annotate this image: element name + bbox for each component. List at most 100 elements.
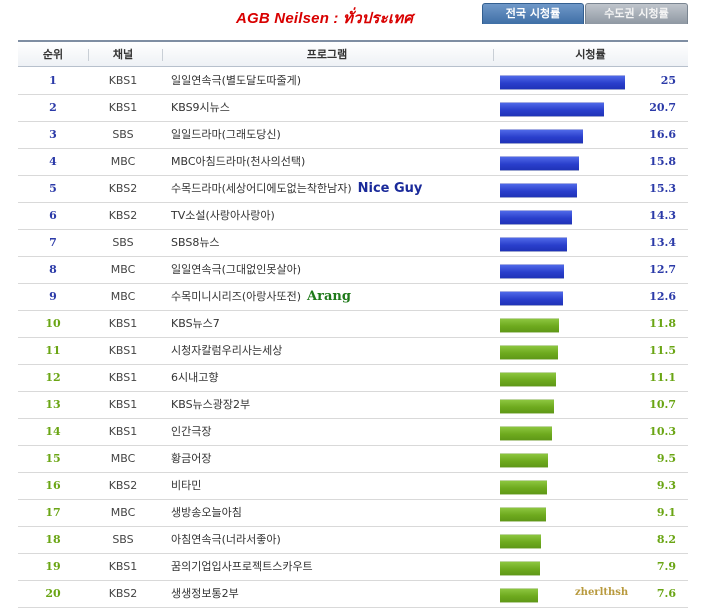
rating-bar — [500, 210, 572, 225]
rating-value: 11.8 — [649, 317, 676, 330]
channel-cell: SBS — [112, 236, 134, 249]
channel-cell: KBS1 — [108, 425, 138, 438]
table-row: 14 KBS1 인간극장 10.3 — [18, 419, 688, 446]
program-cell: 수목미니시리즈(아랑사또전) Arang — [171, 284, 491, 310]
program-name: 일일연속극(별도달도따줄게) — [171, 74, 302, 87]
rating-value: 16.6 — [649, 128, 676, 141]
table-row: 16 KBS2 비타민 9.3 — [18, 473, 688, 500]
table-row: 4 MBC MBC아침드라마(천사의선택) 15.8 — [18, 149, 688, 176]
channel-cell: MBC — [110, 506, 136, 519]
rating-value: 10.7 — [649, 398, 676, 411]
program-cell: 생생정보통2부 — [171, 581, 491, 607]
rank-cell: 19 — [45, 560, 61, 573]
rank-cell: 13 — [45, 398, 61, 411]
channel-cell: KBS2 — [108, 209, 138, 222]
tab-capital-area[interactable]: 수도권 시청률 — [585, 3, 688, 24]
rating-tabs: 전국 시청률 수도권 시청률 — [482, 0, 692, 24]
channel-cell: MBC — [110, 155, 136, 168]
table-header: 순위 채널 프로그램 시청률 — [18, 40, 688, 67]
rating-value: 8.2 — [656, 533, 676, 546]
rank-cell: 8 — [49, 263, 57, 276]
program-cell: 인간극장 — [171, 419, 491, 445]
program-name: 비타민 — [171, 479, 202, 492]
program-name: KBS뉴스광장2부 — [171, 398, 251, 411]
channel-cell: MBC — [110, 452, 136, 465]
column-header-rank: 순위 — [42, 48, 64, 61]
rating-value: 11.5 — [649, 344, 676, 357]
channel-cell: KBS2 — [108, 587, 138, 600]
channel-cell: KBS1 — [108, 371, 138, 384]
program-name: 아침연속극(너라서좋아) — [171, 533, 281, 546]
channel-cell: MBC — [110, 263, 136, 276]
rating-bar — [500, 183, 577, 198]
rating-bar — [500, 507, 546, 522]
table-row: 10 KBS1 KBS뉴스7 11.8 — [18, 311, 688, 338]
program-name: 생생정보통2부 — [171, 587, 239, 600]
table-row: 5 KBS2 수목드라마(세상어디에도없는착한남자) Nice Guy 15.3 — [18, 176, 688, 203]
rank-cell: 9 — [49, 290, 57, 303]
program-name: 수목미니시리즈(아랑사또전) — [171, 290, 302, 303]
table-row: 15 MBC 황금어장 9.5 — [18, 446, 688, 473]
rating-value: 20.7 — [649, 101, 676, 114]
rank-cell: 3 — [49, 128, 57, 141]
program-name: 일일연속극(그대없인못살아) — [171, 263, 302, 276]
program-cell: 비타민 — [171, 473, 491, 499]
rating-value: 15.3 — [649, 182, 676, 195]
rating-value: 9.3 — [656, 479, 676, 492]
rank-cell: 5 — [49, 182, 57, 195]
channel-cell: KBS1 — [108, 74, 138, 87]
rank-cell: 7 — [49, 236, 57, 249]
rating-bar — [500, 534, 541, 549]
column-header-program: 프로그램 — [306, 48, 348, 61]
rating-value: 11.1 — [649, 371, 676, 384]
rating-bar — [500, 264, 564, 279]
rating-bar — [500, 291, 563, 306]
rating-value: 12.6 — [649, 290, 676, 303]
program-cell: 생방송오늘아침 — [171, 500, 491, 526]
channel-cell: KBS1 — [108, 344, 138, 357]
watermark-text: zherlthsh — [575, 587, 629, 598]
program-name: KBS9시뉴스 — [171, 101, 230, 114]
program-name: 시청자칼럼우리사는세상 — [171, 344, 283, 357]
program-cell: 황금어장 — [171, 446, 491, 472]
program-name: MBC아침드라마(천사의선택) — [171, 155, 306, 168]
channel-cell: KBS1 — [108, 560, 138, 573]
program-cell: KBS뉴스7 — [171, 311, 491, 337]
rating-bar — [500, 129, 583, 144]
rating-bar — [500, 561, 540, 576]
channel-cell: SBS — [112, 533, 134, 546]
rating-bar — [500, 102, 604, 117]
table-row: 12 KBS1 6시내고향 11.1 — [18, 365, 688, 392]
program-cell: 일일연속극(그대없인못살아) — [171, 257, 491, 283]
program-name: TV소설(사랑아사랑아) — [171, 209, 275, 222]
program-name: 꿈의기업입사프로젝트스카우트 — [171, 560, 313, 573]
table-row: 17 MBC 생방송오늘아침 9.1 — [18, 500, 688, 527]
rating-bar — [500, 345, 558, 360]
channel-cell: KBS1 — [108, 101, 138, 114]
table-row: 13 KBS1 KBS뉴스광장2부 10.7 — [18, 392, 688, 419]
rating-value: 10.3 — [649, 425, 676, 438]
rating-value: 14.3 — [649, 209, 676, 222]
program-cell: 일일연속극(별도달도따줄게) — [171, 68, 491, 94]
table-row: 8 MBC 일일연속극(그대없인못살아) 12.7 — [18, 257, 688, 284]
ratings-table: 순위 채널 프로그램 시청률 1 KBS1 일일연속극(별도달도따줄게) 25 2 KBS… — [18, 40, 688, 608]
program-cell: 꿈의기업입사프로젝트스카우트 — [171, 554, 491, 580]
rank-cell: 14 — [45, 425, 61, 438]
rank-cell: 11 — [45, 344, 61, 357]
rating-bar — [500, 399, 554, 414]
rating-bar — [500, 75, 625, 90]
rank-cell: 4 — [49, 155, 57, 168]
program-cell: 시청자칼럼우리사는세상 — [171, 338, 491, 364]
rating-value: 15.8 — [649, 155, 676, 168]
rank-cell: 10 — [45, 317, 61, 330]
channel-cell: MBC — [110, 290, 136, 303]
rank-cell: 18 — [45, 533, 61, 546]
table-row: 1 KBS1 일일연속극(별도달도따줄게) 25 — [18, 68, 688, 95]
rank-cell: 6 — [49, 209, 57, 222]
rating-bar — [500, 453, 548, 468]
tab-nationwide[interactable]: 전국 시청률 — [482, 3, 584, 24]
column-header-rating: 시청률 — [575, 48, 606, 61]
channel-cell: KBS1 — [108, 317, 138, 330]
program-name: KBS뉴스7 — [171, 317, 220, 330]
program-name: 인간극장 — [171, 425, 212, 438]
